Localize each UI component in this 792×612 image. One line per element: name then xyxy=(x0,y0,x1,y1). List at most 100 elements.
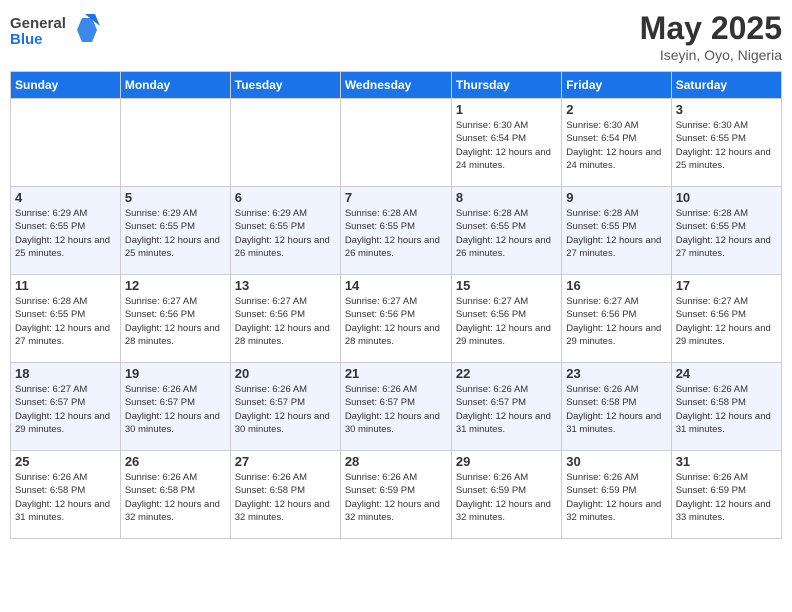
calendar-day-cell: 18Sunrise: 6:27 AM Sunset: 6:57 PM Dayli… xyxy=(11,363,121,451)
day-number: 27 xyxy=(235,454,336,469)
calendar-day-cell: 30 Sunrise: 6:26 AM Sunset: 6:59 PM Dayli… xyxy=(562,451,671,539)
day-number: 22 xyxy=(456,366,557,381)
logo-text: General Blue xyxy=(10,10,100,55)
day-info: Sunrise: 6:27 AM Sunset: 6:56 PM Dayligh… xyxy=(125,295,226,348)
day-info: Sunrise: 6:28 AM Sunset: 6:55 PM Dayligh… xyxy=(676,207,777,260)
calendar-day-cell xyxy=(120,99,230,187)
calendar-day-cell: 2Sunrise: 6:30 AM Sunset: 6:54 PM Daylig… xyxy=(562,99,671,187)
calendar-day-cell: 26 Sunrise: 6:26 AM Sunset: 6:58 PM Dayli… xyxy=(120,451,230,539)
header-tuesday: Tuesday xyxy=(230,72,340,99)
day-info: Sunrise: 6:26 AM Sunset: 6:59 PM Dayligh… xyxy=(345,471,447,524)
day-info: Sunrise: 6:27 AM Sunset: 6:56 PM Dayligh… xyxy=(345,295,447,348)
header-monday: Monday xyxy=(120,72,230,99)
svg-text:Blue: Blue xyxy=(10,31,43,48)
calendar-day-cell: 21 Sunrise: 6:26 AM Sunset: 6:57 PM Dayli… xyxy=(340,363,451,451)
day-info: Sunrise: 6:28 AM Sunset: 6:55 PM Dayligh… xyxy=(345,207,447,260)
day-info: Sunrise: 6:29 AM Sunset: 6:55 PM Dayligh… xyxy=(15,207,116,260)
day-info: Sunrise: 6:26 AM Sunset: 6:59 PM Dayligh… xyxy=(566,471,666,524)
day-info: Sunrise: 6:26 AM Sunset: 6:58 PM Dayligh… xyxy=(676,383,777,436)
calendar-day-cell xyxy=(11,99,121,187)
day-number: 11 xyxy=(15,278,116,293)
day-number: 15 xyxy=(456,278,557,293)
calendar-day-cell: 14 Sunrise: 6:27 AM Sunset: 6:56 PM Dayli… xyxy=(340,275,451,363)
day-info: Sunrise: 6:26 AM Sunset: 6:58 PM Dayligh… xyxy=(566,383,666,436)
day-number: 3 xyxy=(676,102,777,117)
day-number: 21 xyxy=(345,366,447,381)
day-number: 4 xyxy=(15,190,116,205)
day-number: 12 xyxy=(125,278,226,293)
logo: General Blue xyxy=(10,10,100,55)
subtitle: Iseyin, Oyo, Nigeria xyxy=(640,47,782,63)
day-number: 30 xyxy=(566,454,666,469)
day-number: 19 xyxy=(125,366,226,381)
day-info: Sunrise: 6:28 AM Sunset: 6:55 PM Dayligh… xyxy=(15,295,116,348)
day-number: 10 xyxy=(676,190,777,205)
calendar-day-cell: 19 Sunrise: 6:26 AM Sunset: 6:57 PM Dayli… xyxy=(120,363,230,451)
calendar-day-cell: 27Sunrise: 6:26 AM Sunset: 6:58 PM Dayli… xyxy=(230,451,340,539)
day-info: Sunrise: 6:26 AM Sunset: 6:59 PM Dayligh… xyxy=(676,471,777,524)
day-info: Sunrise: 6:28 AM Sunset: 6:55 PM Dayligh… xyxy=(456,207,557,260)
page: General Blue May 2025 Iseyin, Oyo, Niger… xyxy=(0,0,792,612)
day-info: Sunrise: 6:30 AM Sunset: 6:55 PM Dayligh… xyxy=(676,119,777,172)
day-info: Sunrise: 6:29 AM Sunset: 6:55 PM Dayligh… xyxy=(235,207,336,260)
day-number: 1 xyxy=(456,102,557,117)
calendar-week-row: 4 Sunrise: 6:29 AM Sunset: 6:55 PM Daylig… xyxy=(11,187,782,275)
calendar-day-cell: 22 Sunrise: 6:26 AM Sunset: 6:57 PM Dayli… xyxy=(451,363,561,451)
calendar-week-row: 25 Sunrise: 6:26 AM Sunset: 6:58 PM Dayli… xyxy=(11,451,782,539)
day-number: 28 xyxy=(345,454,447,469)
day-info: Sunrise: 6:27 AM Sunset: 6:57 PM Dayligh… xyxy=(15,383,116,436)
day-info: Sunrise: 6:26 AM Sunset: 6:58 PM Dayligh… xyxy=(125,471,226,524)
day-info: Sunrise: 6:26 AM Sunset: 6:59 PM Dayligh… xyxy=(456,471,557,524)
day-number: 31 xyxy=(676,454,777,469)
title-section: May 2025 Iseyin, Oyo, Nigeria xyxy=(640,10,782,63)
calendar-day-cell: 12 Sunrise: 6:27 AM Sunset: 6:56 PM Dayli… xyxy=(120,275,230,363)
main-title: May 2025 xyxy=(640,10,782,47)
day-number: 5 xyxy=(125,190,226,205)
day-number: 25 xyxy=(15,454,116,469)
day-info: Sunrise: 6:26 AM Sunset: 6:57 PM Dayligh… xyxy=(235,383,336,436)
calendar-day-cell xyxy=(230,99,340,187)
day-number: 23 xyxy=(566,366,666,381)
day-number: 13 xyxy=(235,278,336,293)
calendar-day-cell: 24Sunrise: 6:26 AM Sunset: 6:58 PM Dayli… xyxy=(671,363,781,451)
day-number: 16 xyxy=(566,278,666,293)
day-number: 2 xyxy=(566,102,666,117)
calendar-day-cell: 28 Sunrise: 6:26 AM Sunset: 6:59 PM Dayli… xyxy=(340,451,451,539)
header-thursday: Thursday xyxy=(451,72,561,99)
calendar-day-cell: 5 Sunrise: 6:29 AM Sunset: 6:55 PM Daylig… xyxy=(120,187,230,275)
calendar-day-cell: 15Sunrise: 6:27 AM Sunset: 6:56 PM Dayli… xyxy=(451,275,561,363)
calendar-day-cell: 17 Sunrise: 6:27 AM Sunset: 6:56 PM Dayli… xyxy=(671,275,781,363)
calendar-day-cell: 3 Sunrise: 6:30 AM Sunset: 6:55 PM Daylig… xyxy=(671,99,781,187)
day-info: Sunrise: 6:26 AM Sunset: 6:57 PM Dayligh… xyxy=(345,383,447,436)
day-info: Sunrise: 6:28 AM Sunset: 6:55 PM Dayligh… xyxy=(566,207,666,260)
day-info: Sunrise: 6:27 AM Sunset: 6:56 PM Dayligh… xyxy=(566,295,666,348)
calendar-week-row: 1 Sunrise: 6:30 AM Sunset: 6:54 PM Daylig… xyxy=(11,99,782,187)
calendar-day-cell: 16 Sunrise: 6:27 AM Sunset: 6:56 PM Dayli… xyxy=(562,275,671,363)
day-number: 20 xyxy=(235,366,336,381)
day-number: 8 xyxy=(456,190,557,205)
header: General Blue May 2025 Iseyin, Oyo, Niger… xyxy=(10,10,782,63)
calendar-day-cell: 6Sunrise: 6:29 AM Sunset: 6:55 PM Daylig… xyxy=(230,187,340,275)
day-info: Sunrise: 6:26 AM Sunset: 6:57 PM Dayligh… xyxy=(125,383,226,436)
day-info: Sunrise: 6:26 AM Sunset: 6:58 PM Dayligh… xyxy=(15,471,116,524)
calendar-day-cell: 8 Sunrise: 6:28 AM Sunset: 6:55 PM Daylig… xyxy=(451,187,561,275)
day-number: 9 xyxy=(566,190,666,205)
header-sunday: Sunday xyxy=(11,72,121,99)
day-number: 14 xyxy=(345,278,447,293)
calendar-day-cell: 31 Sunrise: 6:26 AM Sunset: 6:59 PM Dayli… xyxy=(671,451,781,539)
day-number: 29 xyxy=(456,454,557,469)
svg-text:General: General xyxy=(10,15,66,32)
day-number: 7 xyxy=(345,190,447,205)
day-info: Sunrise: 6:30 AM Sunset: 6:54 PM Dayligh… xyxy=(456,119,557,172)
day-info: Sunrise: 6:27 AM Sunset: 6:56 PM Dayligh… xyxy=(676,295,777,348)
calendar-day-cell: 10 Sunrise: 6:28 AM Sunset: 6:55 PM Dayli… xyxy=(671,187,781,275)
calendar-day-cell: 29 Sunrise: 6:26 AM Sunset: 6:59 PM Dayli… xyxy=(451,451,561,539)
day-info: Sunrise: 6:27 AM Sunset: 6:56 PM Dayligh… xyxy=(235,295,336,348)
calendar-day-cell: 13 Sunrise: 6:27 AM Sunset: 6:56 PM Dayli… xyxy=(230,275,340,363)
calendar-day-cell: 4 Sunrise: 6:29 AM Sunset: 6:55 PM Daylig… xyxy=(11,187,121,275)
day-number: 17 xyxy=(676,278,777,293)
day-info: Sunrise: 6:26 AM Sunset: 6:57 PM Dayligh… xyxy=(456,383,557,436)
calendar-day-cell: 25 Sunrise: 6:26 AM Sunset: 6:58 PM Dayli… xyxy=(11,451,121,539)
day-info: Sunrise: 6:29 AM Sunset: 6:55 PM Dayligh… xyxy=(125,207,226,260)
day-number: 26 xyxy=(125,454,226,469)
